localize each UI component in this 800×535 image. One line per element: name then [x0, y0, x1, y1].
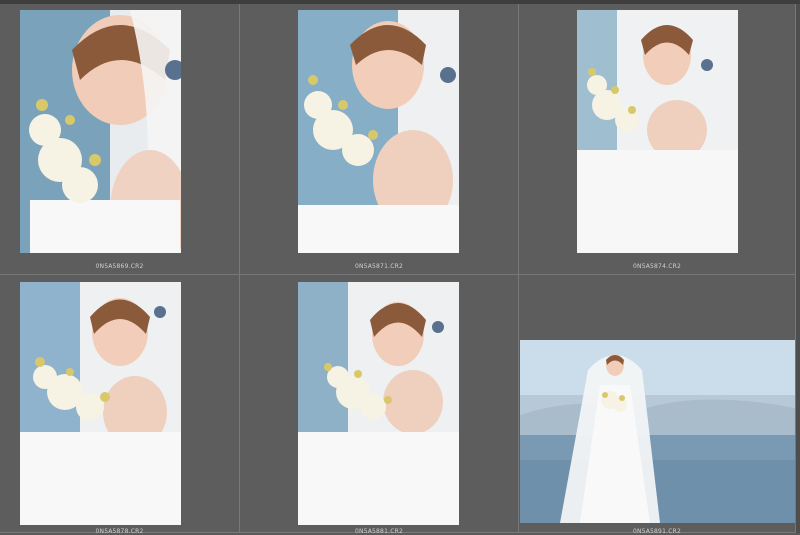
grid-cell[interactable]: 0N5A5881.CR2: [240, 275, 519, 535]
grid-cell[interactable]: 0N5A5891.CR2: [519, 275, 796, 535]
photo-thumbnail[interactable]: [298, 282, 459, 525]
thumbnail-grid: 0N5A5869.CR2 0N5A5871.CR2 0N5A5874.CR2 0…: [0, 4, 800, 535]
filename-label: 0N5A5869.CR2: [95, 263, 144, 270]
grid-cell[interactable]: 0N5A5869.CR2: [0, 4, 240, 275]
filename-label: 0N5A5891.CR2: [633, 528, 681, 535]
vertical-scrollbar[interactable]: [796, 4, 800, 533]
grid-cell[interactable]: 0N5A5878.CR2: [0, 275, 240, 535]
grid-cell[interactable]: 0N5A5871.CR2: [240, 4, 519, 275]
filename-label: 0N5A5878.CR2: [95, 528, 144, 535]
photo-thumbnail[interactable]: [20, 10, 181, 253]
filename-label: 0N5A5874.CR2: [633, 263, 681, 270]
photo-thumbnail[interactable]: [20, 282, 181, 525]
photo-thumbnail[interactable]: [520, 340, 795, 523]
grid-cell[interactable]: 0N5A5874.CR2: [519, 4, 796, 275]
filename-label: 0N5A5881.CR2: [355, 528, 403, 535]
photo-thumbnail[interactable]: [298, 10, 459, 253]
photo-thumbnail[interactable]: [577, 10, 738, 253]
filename-label: 0N5A5871.CR2: [355, 263, 403, 270]
